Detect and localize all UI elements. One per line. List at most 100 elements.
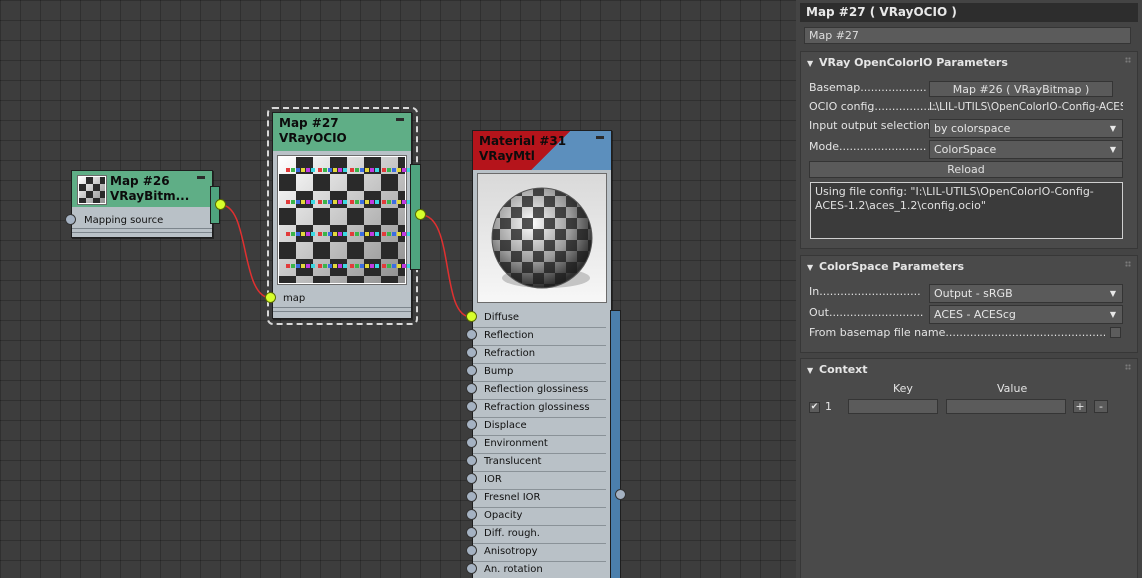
socket-material-output[interactable] — [615, 489, 626, 500]
material-slot-label: Translucent — [484, 456, 542, 467]
node-ocio-title: Map #27 — [279, 116, 339, 130]
input-output-selection-dropdown[interactable]: by colorspace ▼ — [929, 119, 1123, 138]
slot-mapping-source: Mapping source — [84, 215, 164, 226]
node-bitmap[interactable]: Map #26 VRayBitm... Mapping source — [71, 170, 213, 238]
node-material-type: VRayMtl — [479, 149, 535, 163]
socket-material-slot[interactable] — [466, 419, 477, 430]
material-slot-label: Reflection — [484, 330, 534, 341]
rollout-context-header[interactable]: ▼ Context — [807, 363, 868, 376]
drag-grip-icon[interactable] — [1125, 364, 1131, 370]
minimize-icon[interactable] — [596, 136, 604, 139]
material-slot-an-rotation[interactable]: An. rotation — [473, 561, 606, 578]
socket-material-slot[interactable] — [466, 329, 477, 340]
map-name-field[interactable]: Map #27 — [804, 27, 1131, 44]
slot-map: map — [283, 293, 306, 304]
material-slot-reflection[interactable]: Reflection — [473, 327, 606, 346]
socket-ocio-map-input[interactable] — [265, 292, 276, 303]
minimize-icon[interactable] — [197, 176, 205, 179]
material-slot-opacity[interactable]: Opacity — [473, 507, 606, 526]
socket-bitmap-output[interactable] — [215, 199, 226, 210]
context-row-index: 1 — [825, 400, 832, 413]
color-swatch-decoration — [350, 200, 379, 204]
rollout-ocio-title: VRay OpenColorIO Parameters — [819, 56, 1008, 69]
socket-material-slot[interactable] — [466, 311, 477, 322]
material-slot-fresnel-ior[interactable]: Fresnel IOR — [473, 489, 606, 508]
color-swatch-decoration — [382, 200, 411, 204]
node-ocio-type: VRayOCIO — [279, 131, 347, 145]
remove-context-button[interactable]: - — [1094, 400, 1108, 413]
reload-button[interactable]: Reload — [809, 161, 1123, 178]
config-status-text: Using file config: "I:\LIL-UTILS\OpenCol… — [810, 182, 1123, 239]
socket-material-slot[interactable] — [466, 455, 477, 466]
material-slot-displace[interactable]: Displace — [473, 417, 606, 436]
socket-material-slot[interactable] — [466, 437, 477, 448]
context-row-checkbox[interactable]: ✔ — [809, 402, 820, 413]
context-value-field[interactable] — [946, 399, 1066, 414]
color-swatch-decoration — [350, 264, 379, 268]
sphere-icon — [491, 187, 593, 289]
socket-material-slot[interactable] — [466, 563, 477, 574]
material-slot-diff-rough[interactable]: Diff. rough. — [473, 525, 606, 544]
rollout-context-title: Context — [819, 363, 868, 376]
in-label: In............................. — [809, 285, 921, 298]
socket-ocio-output[interactable] — [415, 209, 426, 220]
rollout-colorspace-parameters: ▼ ColorSpace Parameters In...............… — [800, 255, 1138, 353]
parameter-editor-panel: Map #27 ( VRayOCIO ) Map #27 ▼ VRay OpenC… — [796, 0, 1142, 578]
ocio-config-path[interactable]: I:\LIL-UTILS\OpenColorIO-Config-ACES- — [929, 101, 1123, 113]
socket-material-slot[interactable] — [466, 401, 477, 412]
in-colorspace-value: Output - sRGB — [934, 287, 1013, 300]
in-colorspace-dropdown[interactable]: Output - sRGB ▼ — [929, 284, 1123, 303]
socket-material-slot[interactable] — [466, 347, 477, 358]
from-basemap-label: From basemap file name..................… — [809, 326, 1105, 339]
mode-dropdown[interactable]: ColorSpace ▼ — [929, 140, 1123, 159]
material-slot-anisotropy[interactable]: Anisotropy — [473, 543, 606, 562]
socket-material-slot[interactable] — [466, 527, 477, 538]
node-material-output-tab[interactable] — [610, 310, 621, 578]
minimize-icon[interactable] — [396, 118, 404, 121]
color-swatch-decoration — [318, 200, 347, 204]
rollout-colorspace-header[interactable]: ▼ ColorSpace Parameters — [807, 260, 964, 273]
node-vraymtl[interactable]: Material #31 VRayMtl Diffuse Reflection … — [472, 130, 612, 578]
material-slot-label: Environment — [484, 438, 548, 449]
material-slot-bump[interactable]: Bump — [473, 363, 606, 382]
slate-node-canvas[interactable]: Map #26 VRayBitm... Mapping source Map #… — [0, 0, 796, 578]
color-swatch-decoration — [286, 232, 315, 236]
from-basemap-checkbox[interactable] — [1110, 327, 1121, 338]
material-slot-label: Refraction — [484, 348, 536, 359]
socket-material-slot[interactable] — [466, 491, 477, 502]
material-slot-label: Bump — [484, 366, 514, 377]
wire-ocio-to-material — [420, 214, 472, 318]
drag-grip-icon[interactable] — [1125, 57, 1131, 63]
socket-material-slot[interactable] — [466, 365, 477, 376]
socket-material-slot[interactable] — [466, 383, 477, 394]
mode-label: Mode......................... — [809, 140, 927, 153]
out-colorspace-dropdown[interactable]: ACES - ACEScg ▼ — [929, 305, 1123, 324]
material-slot-reflection-glossiness[interactable]: Reflection glossiness — [473, 381, 606, 400]
drag-grip-icon[interactable] — [1125, 261, 1131, 267]
socket-material-slot[interactable] — [466, 545, 477, 556]
color-swatch-decoration — [286, 168, 315, 172]
material-slot-ior[interactable]: IOR — [473, 471, 606, 490]
color-swatch-decoration — [350, 232, 379, 236]
collapse-arrow-icon: ▼ — [807, 366, 814, 375]
rollout-colorspace-title: ColorSpace Parameters — [819, 260, 965, 273]
color-swatch-decoration — [286, 264, 315, 268]
material-slot-diffuse[interactable]: Diffuse — [473, 309, 606, 328]
basemap-button[interactable]: Map #26 ( VRayBitmap ) — [929, 81, 1113, 97]
material-slot-refraction[interactable]: Refraction — [473, 345, 606, 364]
material-slot-environment[interactable]: Environment — [473, 435, 606, 454]
rollout-ocio-header[interactable]: ▼ VRay OpenColorIO Parameters — [807, 56, 1008, 69]
material-slot-translucent[interactable]: Translucent — [473, 453, 606, 472]
ocio-config-label: OCIO config.................. — [809, 100, 938, 113]
dropdown-arrow-icon: ▼ — [1109, 310, 1116, 319]
color-swatch-decoration — [382, 232, 411, 236]
socket-material-slot[interactable] — [466, 473, 477, 484]
material-slot-refraction-glossiness[interactable]: Refraction glossiness — [473, 399, 606, 418]
socket-mapping-source[interactable] — [65, 214, 76, 225]
socket-material-slot[interactable] — [466, 509, 477, 520]
node-vrayocio[interactable]: Map #27 VRayOCIO map — [272, 112, 412, 319]
context-key-field[interactable] — [848, 399, 938, 414]
color-swatch-decoration — [286, 200, 315, 204]
add-context-button[interactable]: + — [1073, 400, 1087, 413]
wire-bitmap-to-ocio — [220, 204, 272, 299]
